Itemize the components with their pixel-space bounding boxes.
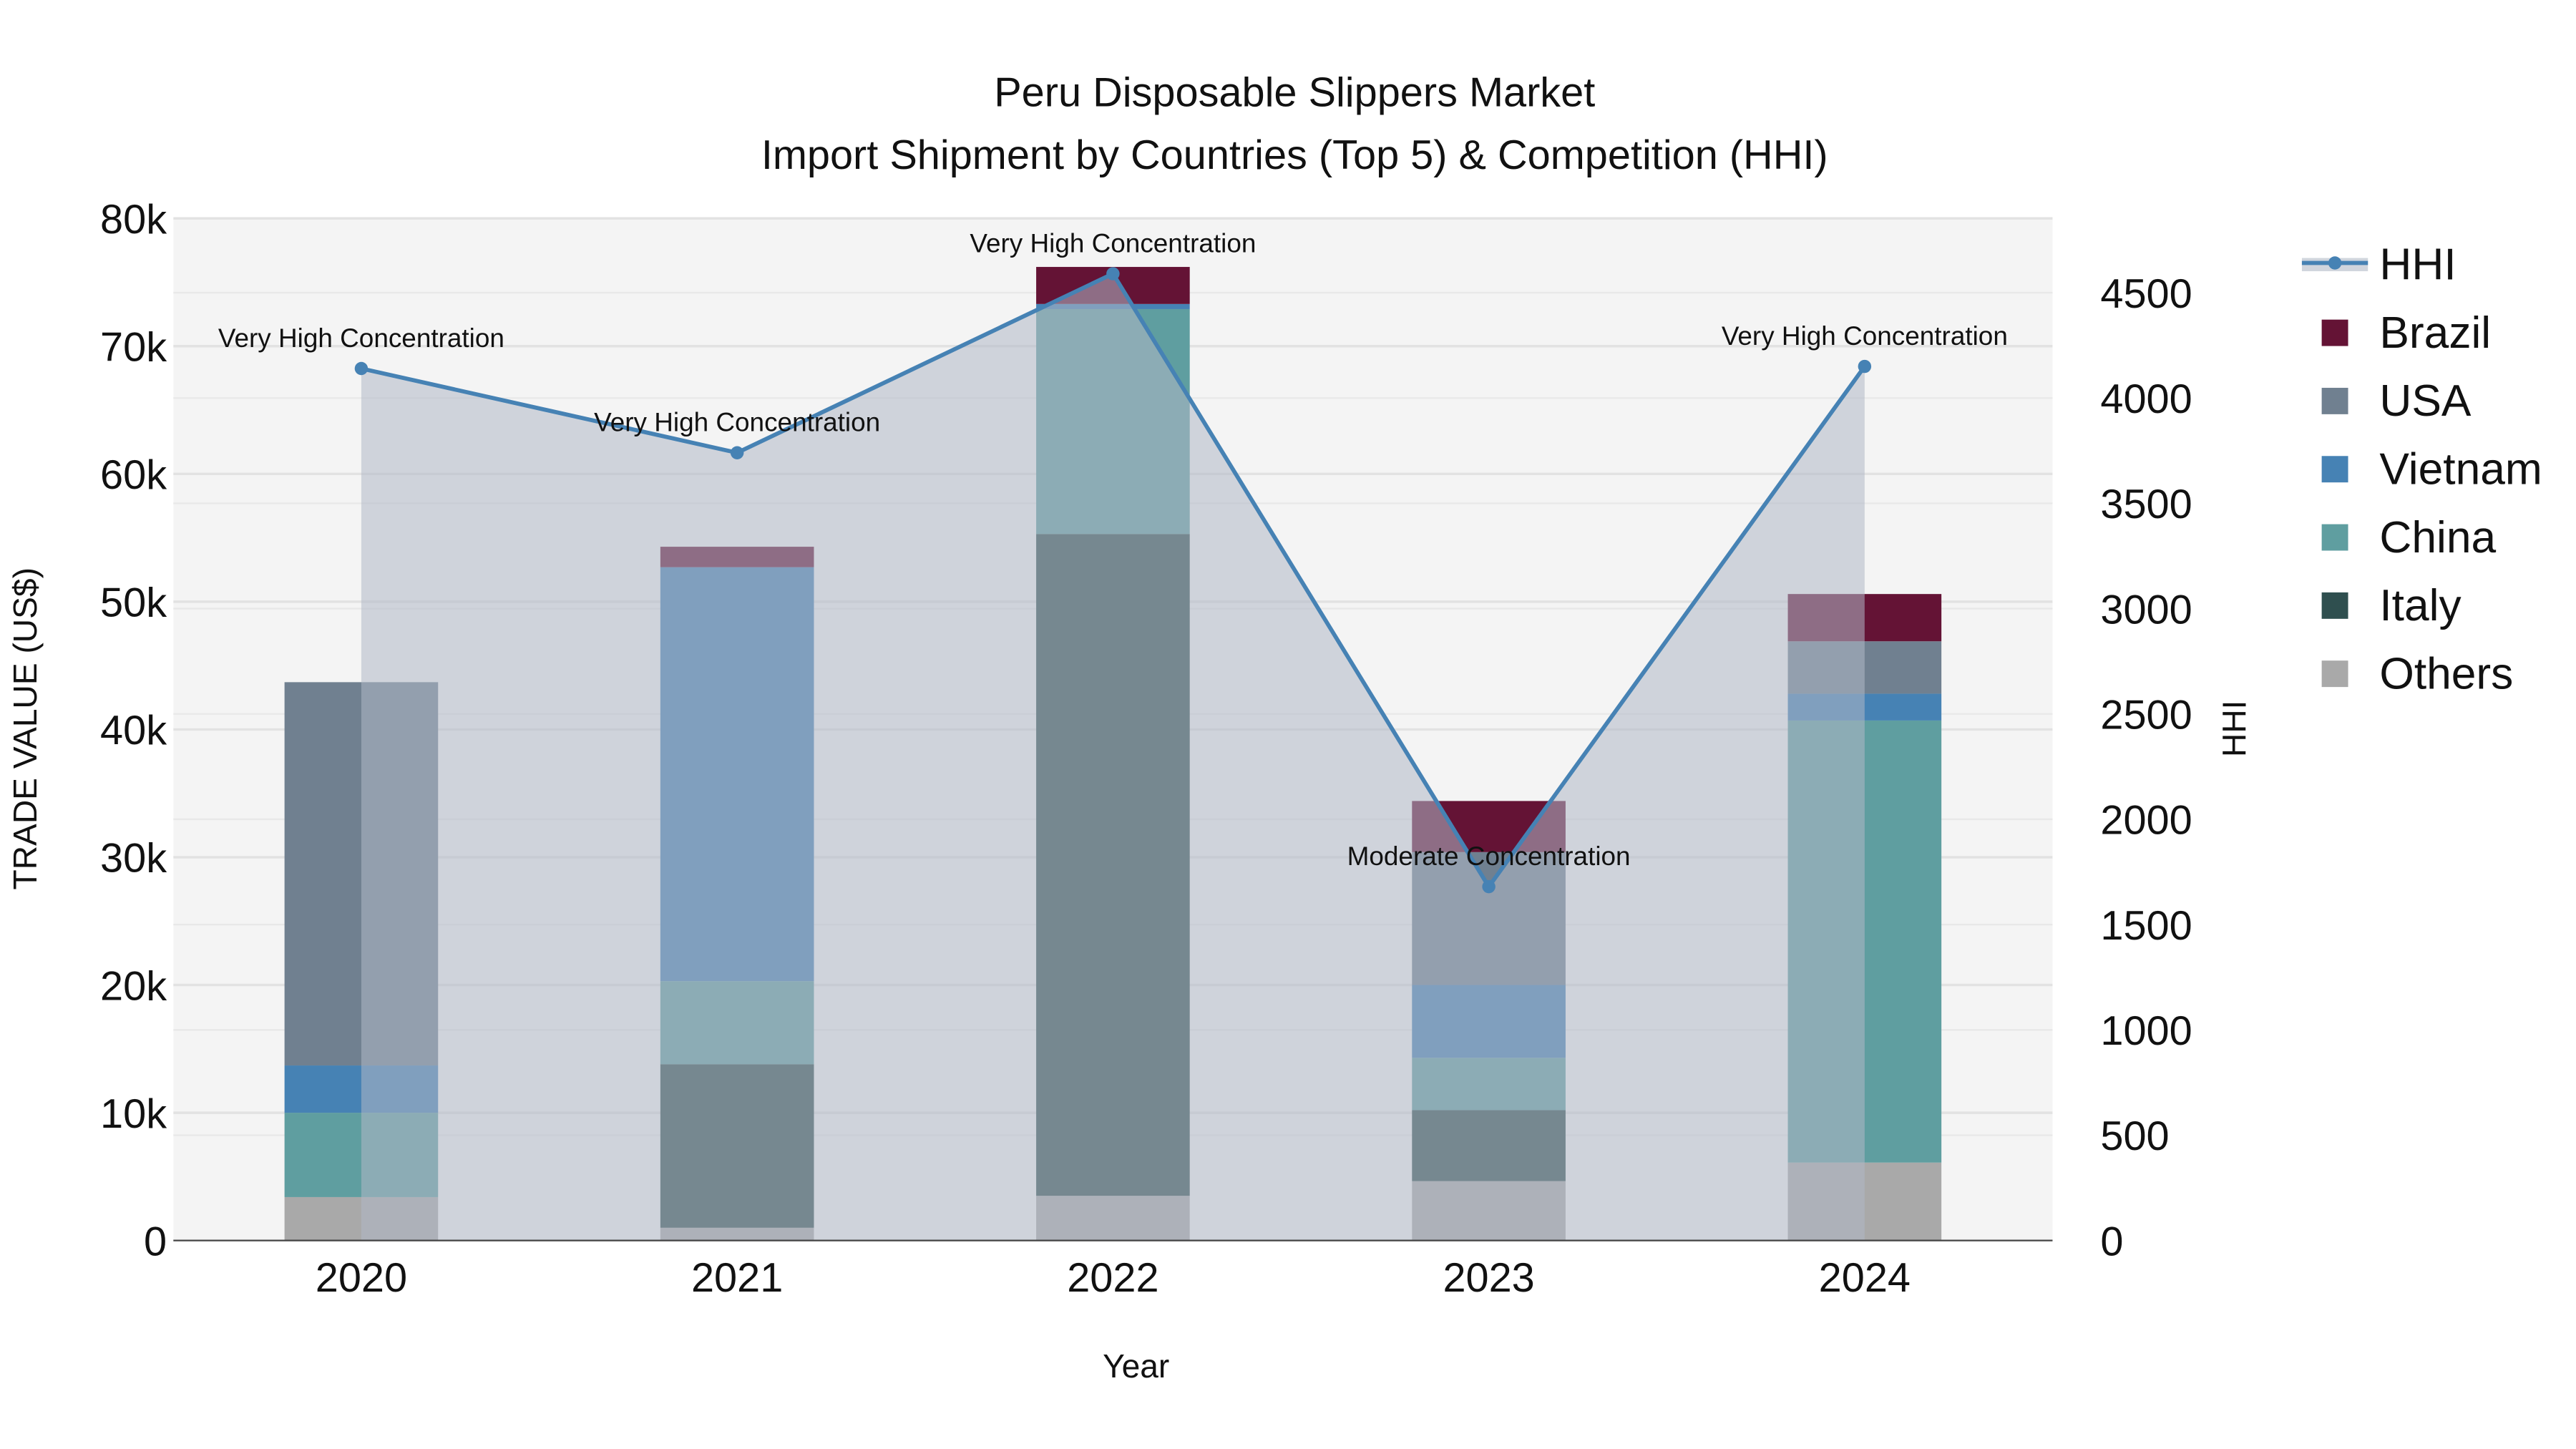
hhi-point-2023 (1482, 879, 1496, 894)
legend-swatch-hhi-marker (2328, 256, 2342, 270)
legend-label-brazil: Brazil (2379, 308, 2491, 358)
hhi-point-2024 (1858, 359, 1872, 374)
y-tick-label: 10k (100, 1091, 167, 1137)
legend-swatch-brazil (2321, 319, 2348, 346)
legend-swatch-italy (2321, 592, 2348, 619)
y-tick-label: 40k (100, 708, 167, 753)
hhi-annotation: Very High Concentration (1722, 321, 2008, 351)
hhi-annotation: Very High Concentration (218, 323, 504, 353)
y2-tick-label: 3500 (2100, 482, 2192, 527)
y-tick-label: 80k (100, 197, 167, 243)
x-tick-label: 2024 (1819, 1255, 1911, 1301)
hhi-point-2022 (1106, 267, 1120, 280)
hhi-annotation: Very High Concentration (594, 408, 880, 437)
hhi-annotation: Very High Concentration (970, 229, 1256, 258)
y-tick-label: 70k (100, 325, 167, 371)
hhi-point-2021 (730, 446, 744, 459)
legend-swatch-vietnam (2321, 456, 2348, 483)
y2-axis-title: HHI (2215, 701, 2253, 757)
y-tick-label: 30k (100, 836, 167, 882)
y-tick-label: 0 (144, 1219, 167, 1264)
y2-tick-label: 4500 (2100, 271, 2192, 317)
y-tick-label: 20k (100, 963, 167, 1009)
y2-tick-label: 500 (2100, 1113, 2169, 1159)
legend-swatch-usa (2321, 387, 2348, 414)
chart: Very High Concentration Very High Concent… (0, 0, 2576, 1449)
y2-tick-label: 0 (2100, 1219, 2123, 1264)
legend-label-hhi: HHI (2379, 240, 2456, 290)
chart-title: Peru Disposable Slippers Market (994, 69, 1595, 115)
legend-swatch-others (2321, 660, 2348, 688)
legend-label-china: China (2379, 513, 2496, 562)
legend-label-vietnam: Vietnam (2379, 444, 2542, 494)
y2-tick-label: 1000 (2100, 1008, 2192, 1054)
legend-swatch-china (2321, 524, 2348, 551)
x-tick-label: 2020 (316, 1255, 407, 1301)
x-axis-title: Year (1103, 1347, 1169, 1385)
y-axis-title: TRADE VALUE (US$) (6, 567, 44, 889)
y2-tick-label: 2500 (2100, 693, 2192, 738)
y2-tick-label: 2000 (2100, 798, 2192, 844)
x-tick-label: 2023 (1443, 1255, 1534, 1301)
legend-label-others: Others (2379, 649, 2513, 698)
legend-label-usa: USA (2379, 376, 2472, 426)
x-tick-label: 2022 (1067, 1255, 1158, 1301)
legend-label-italy: Italy (2379, 581, 2462, 630)
hhi-annotation: Moderate Concentration (1347, 841, 1631, 871)
x-tick-label: 2021 (691, 1255, 783, 1301)
y2-tick-label: 3000 (2100, 587, 2192, 633)
y-tick-label: 60k (100, 452, 167, 498)
y2-tick-label: 1500 (2100, 903, 2192, 949)
y-tick-label: 50k (100, 580, 167, 626)
y2-tick-label: 4000 (2100, 376, 2192, 422)
chart-subtitle: Import Shipment by Countries (Top 5) & C… (761, 132, 1828, 178)
hhi-point-2020 (354, 361, 369, 376)
